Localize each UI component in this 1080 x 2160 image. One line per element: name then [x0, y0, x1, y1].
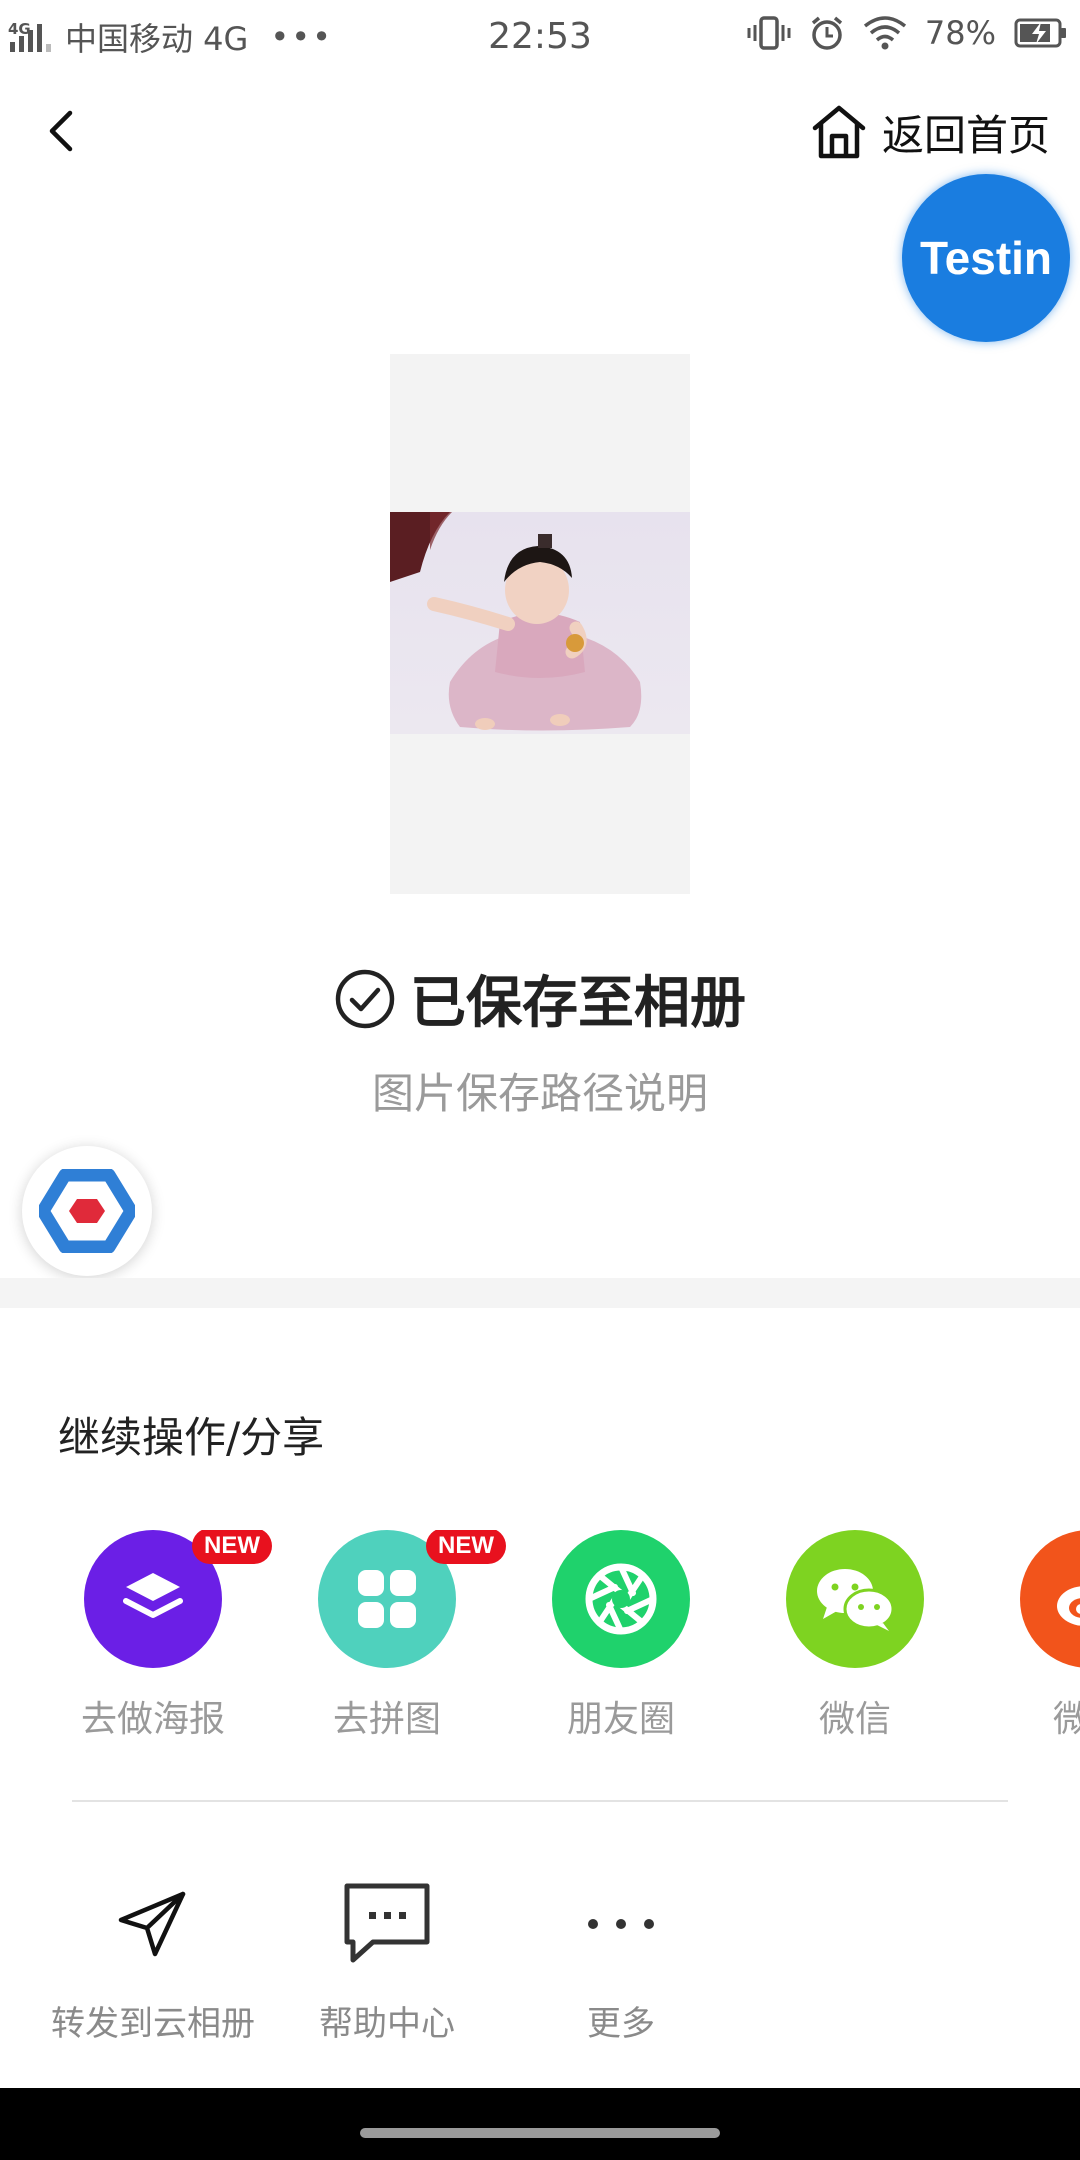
help-center-button[interactable]: 帮助中心: [270, 1874, 504, 2045]
battery-percent: 78%: [924, 14, 996, 52]
share-list[interactable]: NEW 去做海报 NEW 去拼图 朋友圈 微信 微博: [0, 1530, 1080, 1750]
floating-assistant-button[interactable]: [22, 1146, 152, 1276]
testin-floating-button[interactable]: Testin: [902, 174, 1070, 342]
more-dots-icon: [571, 1874, 671, 1974]
home-indicator[interactable]: [360, 2128, 720, 2138]
tool-label: 转发到云相册: [51, 2004, 255, 2044]
new-badge: NEW: [192, 1530, 272, 1564]
wechat-icon: [786, 1530, 924, 1668]
grid-icon: NEW: [318, 1530, 506, 1668]
aperture-icon: [552, 1530, 690, 1668]
save-path-help-link[interactable]: 图片保存路径说明: [0, 1060, 1080, 1121]
share-item-wechat[interactable]: 微信: [738, 1530, 972, 1742]
return-home-button[interactable]: 返回首页: [810, 100, 1050, 164]
system-navigation-bar: [0, 2088, 1080, 2160]
network-type-label: 4G: [8, 20, 31, 38]
status-left: 4G 中国移动 4G •••: [8, 14, 333, 60]
share-item-poster[interactable]: NEW 去做海报: [36, 1530, 272, 1742]
vibrate-icon: [747, 16, 791, 50]
share-item-moments[interactable]: 朋友圈: [504, 1530, 738, 1742]
share-section-title: 继续操作/分享: [58, 1413, 325, 1462]
saved-title: 已保存至相册: [410, 971, 746, 1036]
carrier-label: 中国移动 4G: [65, 20, 249, 58]
save-status: 已保存至相册: [0, 958, 1080, 1039]
status-right: 78%: [747, 14, 1068, 52]
tool-label: 帮助中心: [319, 2004, 455, 2044]
share-label: 朋友圈: [566, 1699, 675, 1740]
share-item-collage[interactable]: NEW 去拼图: [270, 1530, 506, 1742]
baby-photo: [390, 512, 690, 734]
layers-icon: NEW: [84, 1530, 272, 1668]
share-label: 去拼图: [332, 1699, 441, 1740]
new-badge: NEW: [426, 1530, 506, 1564]
hexagon-logo-icon: [39, 1169, 135, 1253]
home-icon: [812, 105, 866, 159]
share-item-weibo[interactable]: 微博: [972, 1530, 1080, 1742]
forward-to-cloud-album-button[interactable]: 转发到云相册: [36, 1874, 270, 2045]
signal-icon: 4G: [8, 20, 51, 52]
tools-divider: [72, 1800, 1008, 1802]
return-home-label: 返回首页: [881, 110, 1050, 160]
section-divider: [0, 1278, 1080, 1308]
share-label: 去做海报: [80, 1699, 225, 1740]
more-button[interactable]: 更多: [504, 1874, 738, 2045]
status-bar: 4G 中国移动 4G ••• 22:53 78%: [0, 0, 1080, 76]
tool-label: 更多: [587, 2004, 655, 2044]
share-label: 微博: [1052, 1699, 1080, 1740]
back-button[interactable]: [36, 106, 86, 156]
paper-plane-icon: [103, 1874, 203, 1974]
status-more-dots: •••: [270, 18, 333, 56]
check-circle-icon: [335, 969, 395, 1028]
chevron-left-icon: [49, 110, 73, 152]
chat-bubble-icon: [337, 1874, 437, 1974]
saved-image-preview[interactable]: [390, 354, 690, 894]
wifi-icon: [863, 16, 907, 50]
battery-icon: [1014, 17, 1068, 49]
weibo-icon: [1020, 1530, 1080, 1668]
alarm-icon: [809, 15, 845, 51]
share-label: 微信: [818, 1699, 891, 1740]
